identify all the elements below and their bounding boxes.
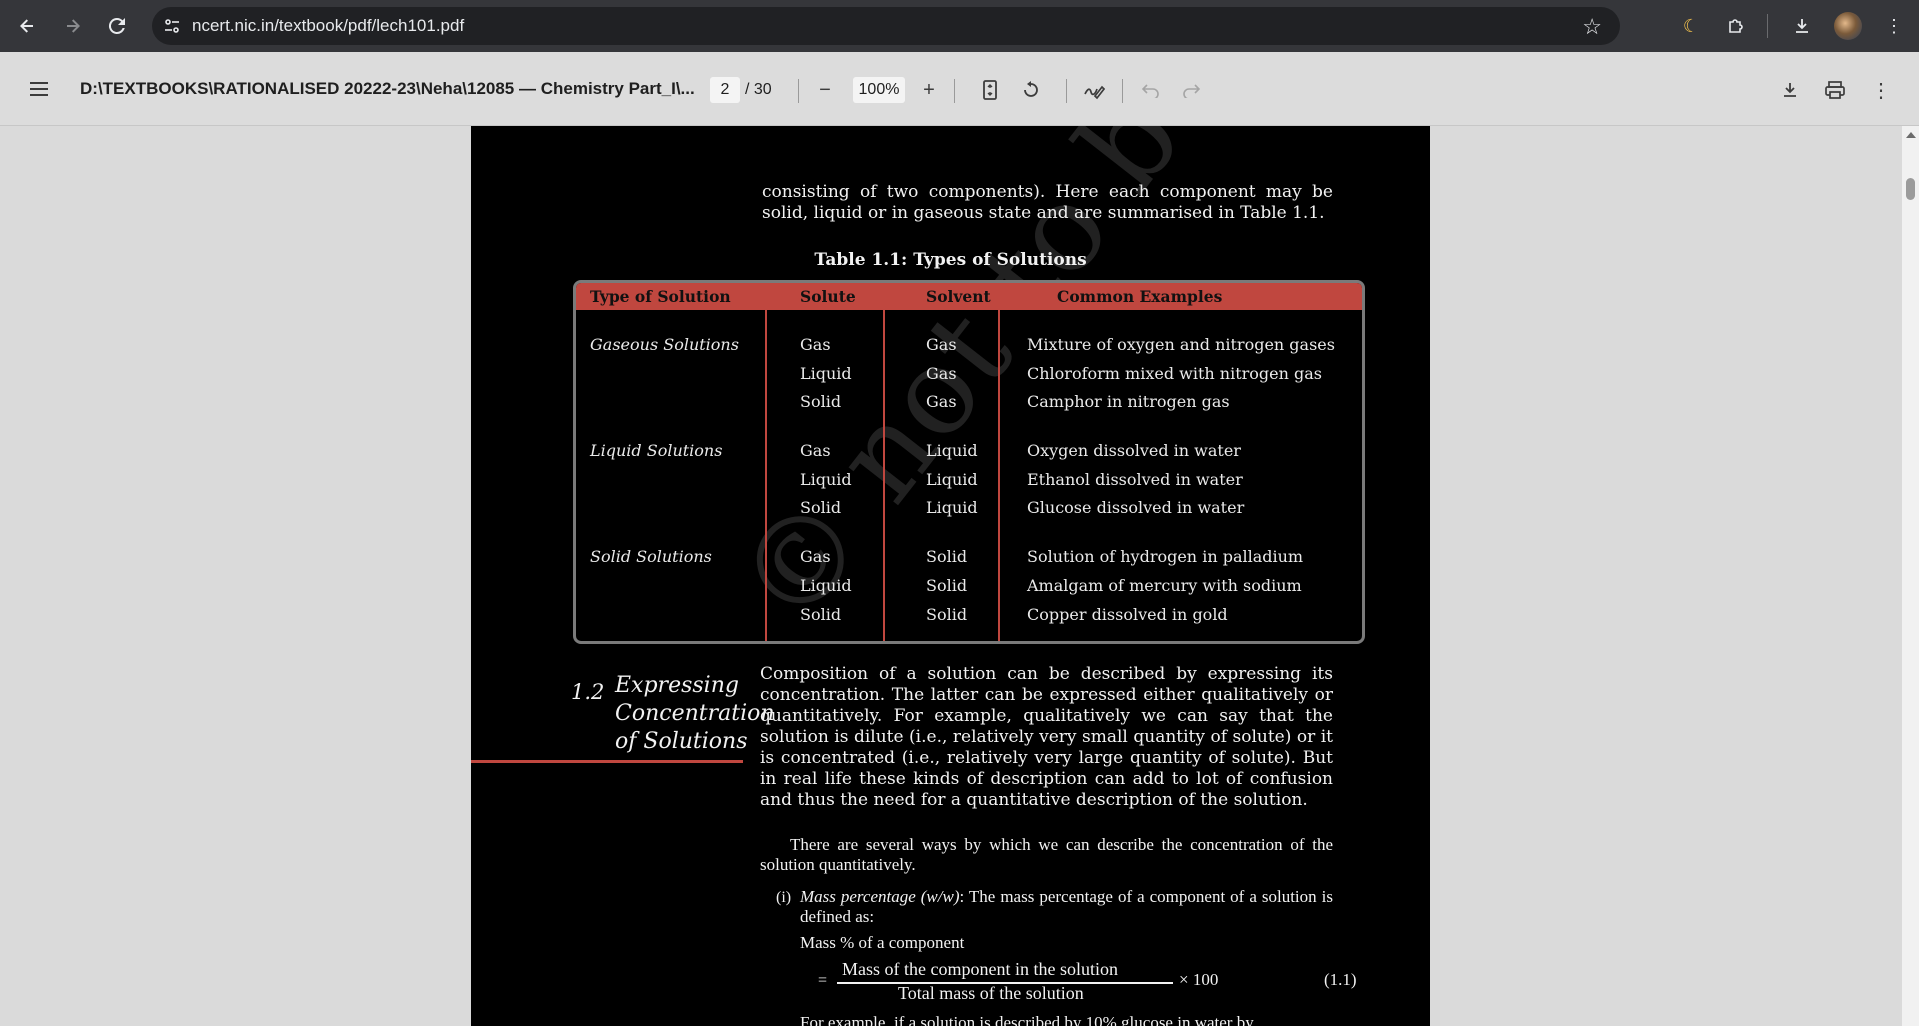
table-cell-solvent: Gas — [926, 364, 957, 383]
table-column-divider — [765, 310, 767, 641]
dark-mode-extension-icon[interactable]: ☾ — [1675, 10, 1707, 42]
table-cell-solute: Liquid — [800, 576, 852, 595]
page-total: / 30 — [745, 81, 772, 98]
table-header-cell: Solute — [800, 287, 856, 306]
more-options-icon[interactable]: ⋮ — [1864, 73, 1898, 107]
zoom-out-icon[interactable]: − — [808, 73, 842, 107]
table-cell-example: Mixture of oxygen and nitrogen gases — [1027, 335, 1335, 354]
bookmark-star-icon[interactable]: ☆ — [1582, 14, 1602, 40]
table-cell-solvent: Solid — [926, 605, 968, 624]
table-header-cell: Solvent — [926, 287, 991, 306]
redo-icon[interactable] — [1174, 73, 1208, 107]
toolbar-separator — [1066, 79, 1067, 103]
pdf-page: © not to be republished consisting of tw… — [471, 126, 1430, 1026]
undo-icon[interactable] — [1134, 73, 1168, 107]
annotate-pen-icon[interactable] — [1077, 73, 1111, 107]
section-title: Expressing Concentration of Solutions — [615, 673, 775, 754]
table-group-type: Gaseous Solutions — [590, 335, 739, 354]
table-column-divider — [883, 310, 885, 641]
table-cell-solute: Solid — [800, 498, 842, 517]
table-cell-solute: Gas — [800, 547, 831, 566]
zoom-level-input[interactable]: 100% — [853, 77, 905, 103]
toolbar-separator — [798, 79, 799, 103]
table-cell-solvent: Gas — [926, 392, 957, 411]
vertical-scrollbar[interactable] — [1902, 126, 1919, 1026]
forward-button[interactable] — [58, 11, 88, 41]
formula-equals: = — [818, 972, 828, 989]
extensions-puzzle-icon[interactable] — [1720, 10, 1752, 42]
equation-number: (1.1) — [1324, 970, 1357, 989]
reload-button[interactable] — [102, 11, 132, 41]
table-cell-solvent: Gas — [926, 335, 957, 354]
table-cell-example: Copper dissolved in gold — [1027, 605, 1228, 624]
table-cell-solvent: Liquid — [926, 498, 978, 517]
ways-paragraph: There are several ways by which we can d… — [760, 835, 1333, 874]
toolbar-separator — [1122, 79, 1123, 103]
table-cell-example: Camphor in nitrogen gas — [1027, 392, 1230, 411]
rotate-icon[interactable] — [1014, 73, 1048, 107]
site-info-icon[interactable] — [152, 17, 192, 35]
cut-off-paragraph: For example, if a solution is described … — [800, 1013, 1254, 1026]
section-rule — [471, 760, 743, 763]
table-cell-example: Ethanol dissolved in water — [1027, 470, 1243, 489]
browser-toolbar: ncert.nic.in/textbook/pdf/lech101.pdf ☆ … — [0, 0, 1919, 52]
address-bar[interactable]: ncert.nic.in/textbook/pdf/lech101.pdf ☆ — [152, 7, 1620, 45]
section-number: 1.2 — [571, 680, 605, 704]
mass-percent-label: Mass % of a component — [800, 933, 965, 952]
reload-icon — [108, 17, 125, 34]
download-icon[interactable] — [1773, 73, 1807, 107]
mass-percentage-definition: Mass percentage (w/w): The mass percenta… — [800, 887, 1333, 927]
table-cell-solute: Solid — [800, 605, 842, 624]
table-cell-example: Oxygen dissolved in water — [1027, 441, 1241, 460]
table-cell-solute: Solid — [800, 392, 842, 411]
table-cell-solute: Liquid — [800, 364, 852, 383]
zoom-in-icon[interactable]: + — [912, 73, 946, 107]
table-column-divider — [998, 310, 1000, 641]
formula-numerator: Mass of the component in the solution — [842, 959, 1118, 979]
list-item-number: (i) — [776, 889, 792, 906]
profile-avatar[interactable] — [1834, 12, 1862, 40]
table-cell-solute: Liquid — [800, 470, 852, 489]
chrome-menu-icon[interactable]: ⋮ — [1878, 10, 1910, 42]
table-cell-solute: Gas — [800, 441, 831, 460]
table-cell-example: Glucose dissolved in water — [1027, 498, 1245, 517]
table-header-cell: Type of Solution — [590, 287, 731, 306]
forward-arrow-icon — [67, 19, 80, 33]
scrollbar-thumb[interactable] — [1906, 178, 1915, 200]
table-cell-solute: Gas — [800, 335, 831, 354]
table-cell-solvent: Solid — [926, 576, 968, 595]
table-header-row: Type of Solution Solute Solvent Common E… — [576, 283, 1362, 310]
scroll-up-arrow-icon[interactable] — [1906, 132, 1916, 138]
table-group-type: Liquid Solutions — [590, 441, 723, 460]
page-number-input[interactable]: 2 — [710, 77, 740, 103]
url-text: ncert.nic.in/textbook/pdf/lech101.pdf — [192, 16, 465, 35]
table-cell-solvent: Solid — [926, 547, 968, 566]
formula-denominator: Total mass of the solution — [898, 983, 1084, 1003]
print-icon[interactable] — [1818, 73, 1852, 107]
table-header-cell: Common Examples — [1057, 287, 1223, 306]
table-caption: Table 1.1: Types of Solutions — [814, 250, 1087, 270]
document-title: D:\TEXTBOOKS\RATIONALISED 20222-23\Neha\… — [80, 79, 695, 98]
table-cell-solvent: Liquid — [926, 470, 978, 489]
table-cell-solvent: Liquid — [926, 441, 978, 460]
table-cell-example: Amalgam of mercury with sodium — [1027, 576, 1302, 595]
back-button[interactable] — [12, 11, 42, 41]
downloads-icon[interactable] — [1786, 10, 1818, 42]
toolbar-separator — [954, 79, 955, 103]
sidebar-menu-icon[interactable] — [23, 72, 57, 106]
back-arrow-icon — [20, 19, 33, 33]
pdf-viewer[interactable]: © not to be republished consisting of tw… — [0, 126, 1919, 1026]
fit-to-page-icon[interactable] — [973, 73, 1007, 107]
section-paragraph: Composition of a solution can be describ… — [760, 664, 1333, 810]
formula-multiplier: × 100 — [1179, 970, 1219, 989]
table-cell-example: Chloroform mixed with nitrogen gas — [1027, 364, 1323, 383]
toolbar-divider — [1767, 14, 1768, 38]
pdf-toolbar: D:\TEXTBOOKS\RATIONALISED 20222-23\Neha\… — [0, 52, 1919, 126]
solutions-table: Type of Solution Solute Solvent Common E… — [573, 280, 1365, 644]
mass-percentage-term: Mass percentage (w/w) — [800, 887, 960, 906]
table-group-type: Solid Solutions — [590, 547, 712, 566]
table-cell-example: Solution of hydrogen in palladium — [1027, 547, 1304, 566]
intro-paragraph: consisting of two components). Here each… — [762, 182, 1333, 223]
